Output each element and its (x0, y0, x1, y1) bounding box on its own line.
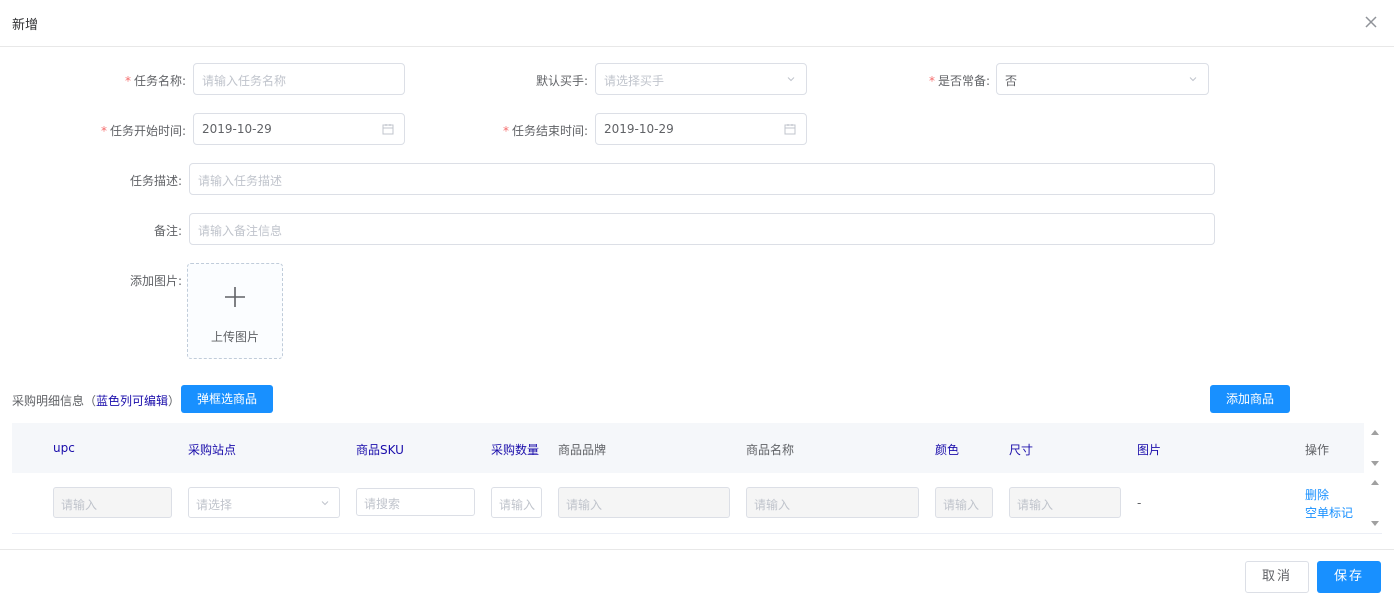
required-mark: * (100, 124, 107, 138)
column-header-quantity: 采购数量 (491, 443, 540, 457)
required-mark: * (502, 124, 509, 138)
column-header-brand: 商品品牌 (558, 443, 607, 457)
close-icon[interactable] (1362, 13, 1380, 31)
table-header: upc 采购站点 商品SKU 采购数量 商品品牌 商品名称 颜色 尺寸 图片 操… (12, 423, 1364, 473)
default-buyer-placeholder: 请选择买手 (604, 74, 665, 88)
description-placeholder: 请输入任务描述 (198, 174, 283, 188)
chevron-down-icon (1189, 77, 1197, 82)
column-header-sku: 商品SKU (356, 443, 404, 457)
save-button[interactable]: 保存 (1317, 561, 1381, 593)
upc-placeholder: 请输入 (61, 498, 98, 512)
popup-select-button[interactable]: 弹框选商品 (181, 385, 273, 413)
column-header-site: 采购站点 (188, 443, 237, 457)
is-regular-value: 否 (1005, 74, 1018, 88)
end-time-value: 2019-10-29 (604, 122, 674, 136)
start-time-value: 2019-10-29 (202, 122, 272, 136)
delete-link[interactable]: 删除 (1305, 486, 1329, 503)
column-header-actions: 操作 (1305, 443, 1330, 457)
empty-order-mark-link[interactable]: 空单标记 (1305, 504, 1353, 521)
site-select[interactable]: 请选择 (188, 487, 340, 518)
size-input[interactable]: 请输入 (1009, 487, 1121, 518)
remark-placeholder: 请输入备注信息 (198, 224, 283, 238)
scroll-down-icon[interactable] (1371, 521, 1379, 527)
start-time-label: * 任务开始时间: (100, 124, 186, 138)
calendar-icon (784, 124, 796, 135)
remark-input[interactable]: 请输入备注信息 (189, 213, 1215, 245)
remark-label: 备注: (153, 224, 182, 238)
footer-divider (0, 549, 1394, 550)
default-buyer-label: 默认买手: (535, 74, 588, 88)
column-header-size: 尺寸 (1009, 443, 1034, 457)
start-time-picker[interactable]: 2019-10-29 (193, 113, 405, 145)
column-header-color: 颜色 (935, 443, 960, 457)
detail-section-title: 采购明细信息（蓝色列可编辑） (12, 394, 181, 408)
add-product-button[interactable]: 添加商品 (1210, 385, 1290, 413)
table-row: 请输入 请选择 请搜索 请输入 请输入 请输入 请输入 请输入 - 删除 空单标… (12, 473, 1364, 533)
color-placeholder: 请输入 (943, 498, 980, 512)
description-label: 任务描述: (129, 174, 182, 188)
product-name-placeholder: 请输入 (754, 498, 791, 512)
required-mark: * (928, 74, 935, 88)
image-upload[interactable]: 上传图片 (187, 263, 283, 359)
is-regular-label: * 是否常备: (928, 74, 990, 88)
quantity-input[interactable]: 请输入 (491, 487, 542, 518)
product-name-input[interactable]: 请输入 (746, 487, 919, 518)
sku-placeholder: 请搜索 (364, 497, 401, 511)
default-buyer-select[interactable]: 请选择买手 (595, 63, 807, 95)
upc-input[interactable]: 请输入 (53, 487, 172, 518)
task-name-placeholder: 请输入任务名称 (202, 74, 287, 88)
header-scrollbar[interactable] (1368, 423, 1382, 473)
end-time-picker[interactable]: 2019-10-29 (595, 113, 807, 145)
scroll-down-icon[interactable] (1371, 461, 1379, 467)
chevron-down-icon (321, 501, 329, 506)
required-mark: * (124, 74, 131, 88)
description-input[interactable]: 请输入任务描述 (189, 163, 1215, 195)
sku-search-input[interactable]: 请搜索 (356, 488, 475, 516)
dialog-title: 新增 (12, 18, 39, 33)
scroll-up-icon[interactable] (1371, 479, 1379, 485)
brand-input[interactable]: 请输入 (558, 487, 730, 518)
body-scrollbar[interactable] (1368, 473, 1382, 533)
scroll-up-icon[interactable] (1371, 429, 1379, 435)
task-name-input[interactable]: 请输入任务名称 (193, 63, 405, 95)
column-header-upc: upc (53, 441, 75, 455)
image-label: 添加图片: (129, 274, 182, 288)
upload-text: 上传图片 (210, 330, 259, 344)
image-cell-value: - (1137, 496, 1142, 510)
color-input[interactable]: 请输入 (935, 487, 993, 518)
plus-icon (225, 287, 245, 307)
column-header-image: 图片 (1137, 443, 1162, 457)
site-placeholder: 请选择 (196, 498, 233, 512)
is-regular-select[interactable]: 否 (996, 63, 1209, 95)
calendar-icon (382, 124, 394, 135)
task-name-label: * 任务名称: (124, 74, 186, 88)
chevron-down-icon (787, 77, 795, 82)
quantity-placeholder: 请输入 (499, 498, 536, 512)
purchase-detail-table: upc 采购站点 商品SKU 采购数量 商品品牌 商品名称 颜色 尺寸 图片 操… (12, 423, 1382, 534)
dialog-header: 新增 (0, 0, 1394, 47)
size-placeholder: 请输入 (1017, 498, 1054, 512)
cancel-button[interactable]: 取消 (1245, 561, 1309, 593)
column-header-product-name: 商品名称 (746, 443, 795, 457)
brand-placeholder: 请输入 (566, 498, 603, 512)
end-time-label: * 任务结束时间: (502, 124, 588, 138)
